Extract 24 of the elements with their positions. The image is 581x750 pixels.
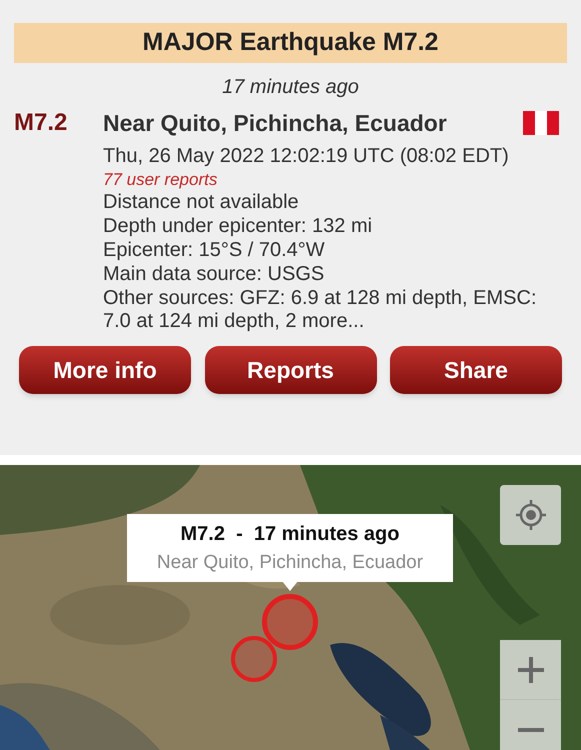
magnitude: M7.2 bbox=[14, 108, 68, 138]
detail-text: Distance not available bbox=[103, 191, 300, 214]
popup-subtitle: Near Quito, Pichincha, Ecuador bbox=[156, 550, 424, 575]
action-button[interactable]: Share bbox=[390, 346, 562, 394]
crosshair-icon bbox=[514, 499, 546, 531]
detail-text: Depth under epicenter: 132 mi bbox=[103, 215, 374, 238]
plus-icon bbox=[516, 656, 544, 684]
detail-text: Other sources: GFZ: 6.9 at 128 mi depth, EMSC: 7.0 at 124 mi depth, 2 more... bbox=[103, 287, 538, 333]
my-location-button[interactable] bbox=[500, 485, 561, 545]
alert-title: MAJOR Earthquake M7.2 bbox=[142, 27, 438, 58]
flag-icon bbox=[523, 111, 559, 135]
time-ago: 17 minutes ago bbox=[222, 75, 359, 100]
detail-text: Thu, 26 May 2022 12:02:19 UTC (08:02 EDT) bbox=[103, 145, 510, 168]
zoom-out-button[interactable] bbox=[500, 700, 561, 750]
action-button[interactable]: Reports bbox=[204, 346, 376, 394]
zoom-in-button[interactable] bbox=[500, 640, 561, 700]
action-button[interactable]: More info bbox=[19, 346, 191, 394]
epicenter-marker[interactable] bbox=[231, 636, 277, 682]
detail-text: Main data source: USGS bbox=[103, 263, 326, 286]
popup-title: M7.2 - 17 minutes ago bbox=[180, 522, 400, 547]
detail-text: Epicenter: 15°S / 70.4°W bbox=[103, 239, 326, 262]
location-title: Near Quito, Pichincha, Ecuador bbox=[103, 108, 447, 138]
minus-icon bbox=[516, 727, 544, 733]
user-reports-link[interactable]: 77 user reports bbox=[103, 169, 553, 191]
